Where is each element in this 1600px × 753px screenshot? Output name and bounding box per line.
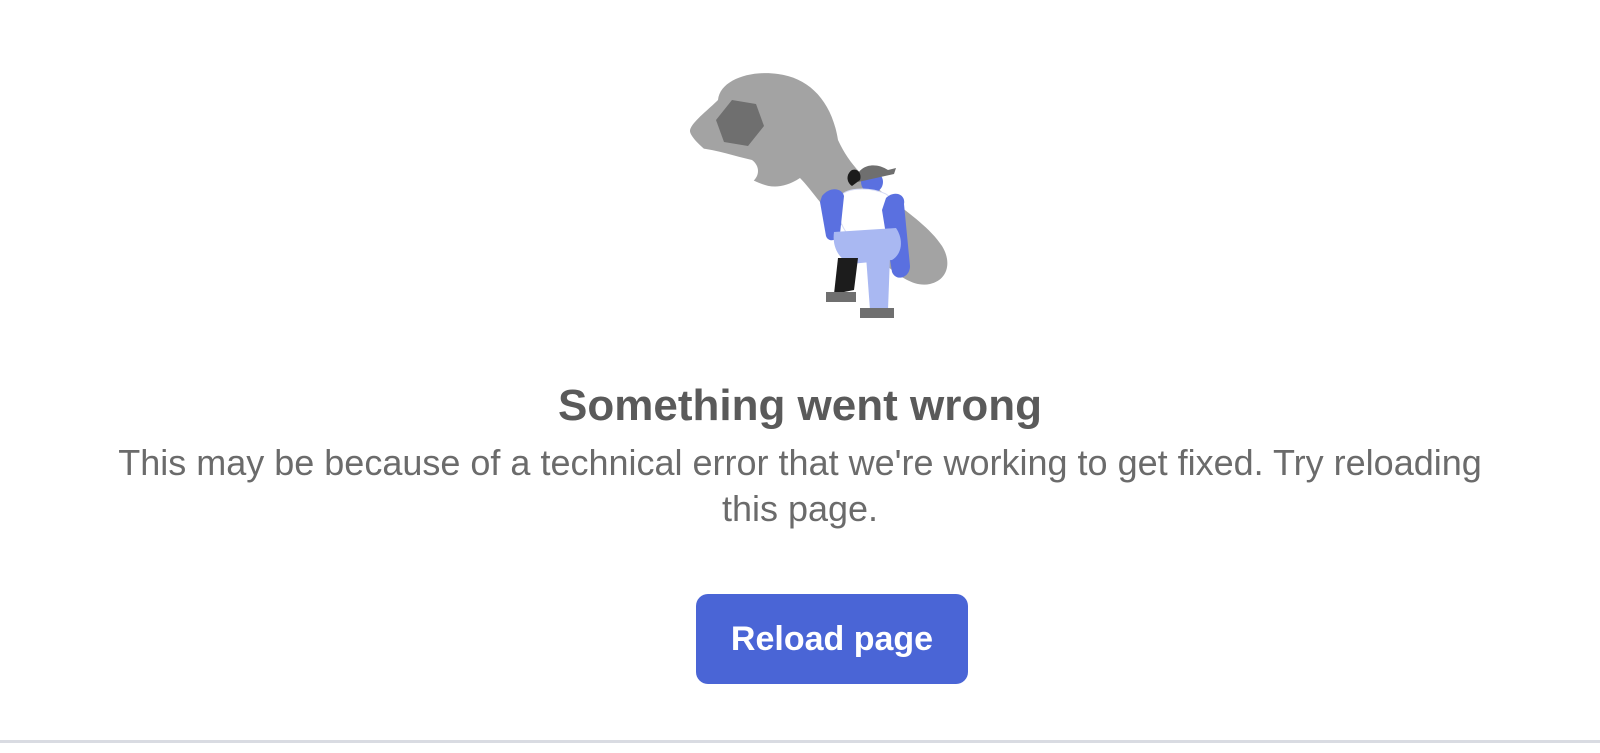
- error-message: This may be because of a technical error…: [118, 442, 1482, 529]
- error-page: Something went wrong This may be because…: [0, 0, 1600, 753]
- wrench-worker-icon: [690, 73, 948, 318]
- reload-page-button[interactable]: Reload page: [696, 594, 968, 684]
- worker-right-leg: [866, 256, 890, 310]
- bottom-divider: [0, 740, 1600, 743]
- worker-left-shoe: [826, 292, 856, 302]
- worker-right-shoe: [860, 308, 894, 318]
- error-title: Something went wrong: [558, 381, 1042, 430]
- worker-left-leg: [834, 258, 858, 294]
